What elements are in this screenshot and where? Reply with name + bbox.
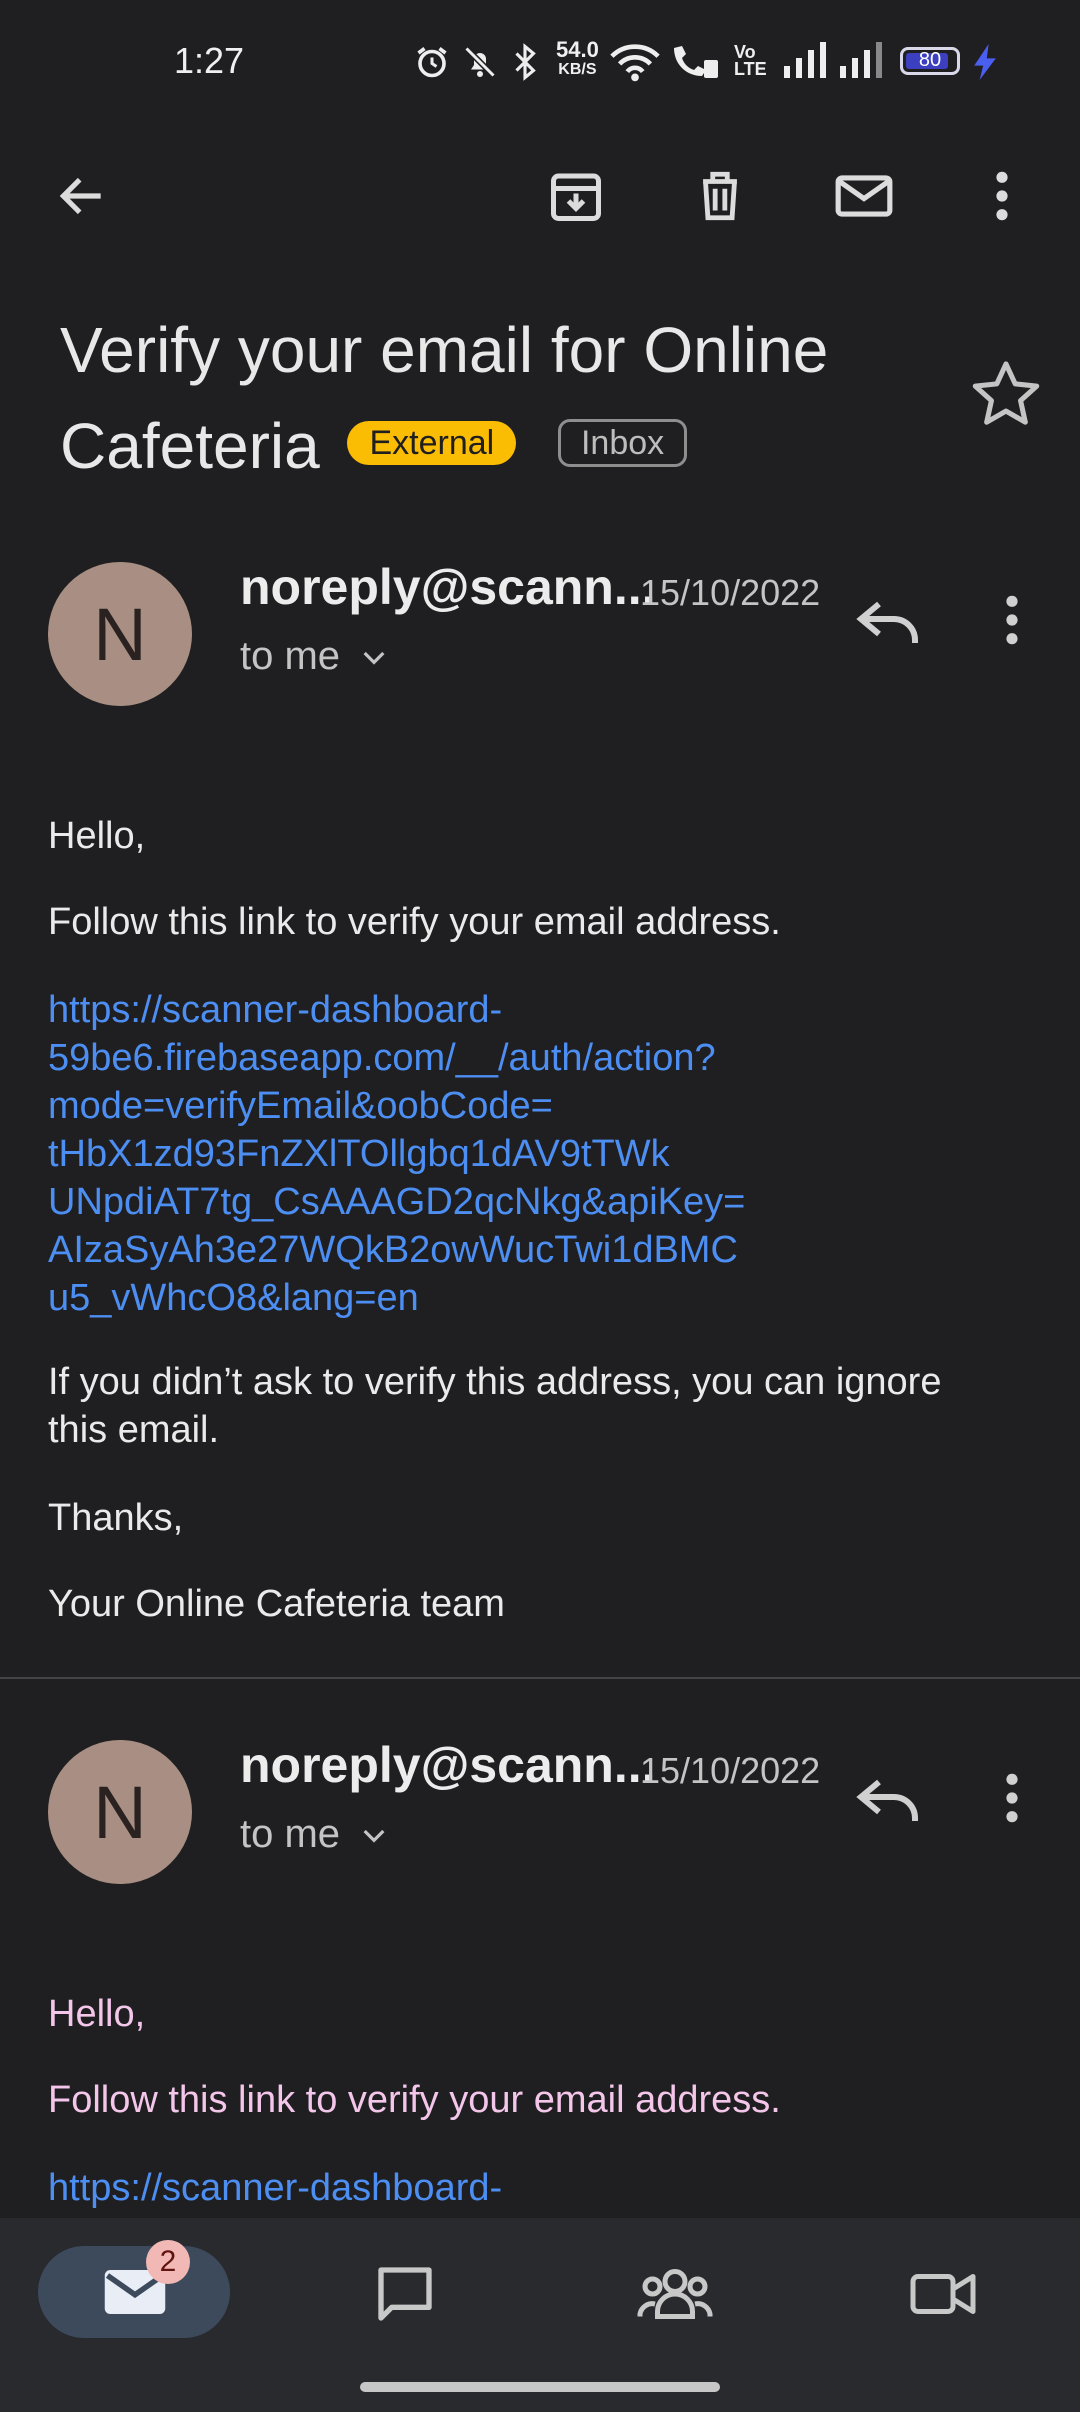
recipient-text-2: to me: [240, 1812, 341, 1856]
status-time: 1:27: [174, 40, 245, 81]
spaces-icon: [637, 2269, 713, 2319]
reply-button[interactable]: [852, 586, 924, 663]
nav-spaces[interactable]: [630, 2254, 720, 2334]
inbox-label[interactable]: Inbox: [557, 419, 688, 468]
message-date: 15/10/2022: [640, 572, 821, 613]
more-vert-icon: [1006, 595, 1018, 645]
recipient-details-toggle[interactable]: to me: [240, 634, 390, 679]
reply-icon: [856, 601, 918, 643]
meet-icon: [910, 2274, 976, 2314]
bell-off-icon: [464, 46, 496, 78]
wifi-calling-icon: [674, 46, 718, 78]
greeting: Hello,: [48, 815, 146, 857]
sender-name[interactable]: noreply@scann...: [240, 558, 656, 616]
back-button[interactable]: [40, 154, 124, 238]
status-bar: 1:27 54.0 KB/S Vo LTE 80: [0, 0, 1080, 120]
message-more-button-2[interactable]: [1002, 1770, 1022, 1831]
home-indicator[interactable]: [360, 2382, 720, 2392]
reply-button-2[interactable]: [852, 1764, 924, 1841]
message-more-button[interactable]: [1002, 592, 1022, 653]
mark-unread-icon: [835, 175, 893, 217]
mark-unread-button[interactable]: [822, 154, 906, 238]
external-label: External: [347, 421, 517, 466]
sender-avatar-2[interactable]: N: [48, 1740, 192, 1884]
recipient-details-toggle-2[interactable]: to me: [240, 1812, 390, 1857]
chevron-down-icon: [363, 651, 385, 665]
charging-icon: [974, 44, 996, 80]
thanks-text: Thanks,: [48, 1497, 184, 1539]
signature-text: Your Online Cafeteria team: [48, 1583, 505, 1625]
archive-icon: [551, 173, 601, 221]
star-icon: [972, 361, 1040, 425]
message-date-2: 15/10/2022: [640, 1750, 821, 1791]
star-button[interactable]: [968, 356, 1044, 437]
bluetooth-icon: [515, 43, 536, 81]
nav-chat[interactable]: [362, 2254, 448, 2334]
recipient-text: to me: [240, 634, 341, 678]
intro-text-2: Follow this link to verify your email ad…: [48, 2079, 781, 2121]
volte-icon: Vo LTE: [734, 42, 767, 79]
sender-name-2[interactable]: noreply@scann...: [240, 1736, 656, 1794]
more-vert-icon: [996, 171, 1008, 221]
verification-link-2[interactable]: https://scanner-dashboard-: [48, 2164, 502, 2212]
more-options-button[interactable]: [960, 154, 1044, 238]
message-divider: [0, 1677, 1080, 1679]
delete-button[interactable]: [678, 154, 762, 238]
signal-icon: [784, 42, 826, 78]
alarm-icon: [417, 47, 447, 78]
sender-avatar[interactable]: N: [48, 562, 192, 706]
more-vert-icon: [1006, 1773, 1018, 1823]
signal-icon-2: [840, 42, 882, 78]
archive-button[interactable]: [534, 154, 618, 238]
verification-link[interactable]: https://scanner-dashboard- 59be6.firebas…: [48, 986, 745, 1322]
greeting-2: Hello,: [48, 1993, 146, 2035]
intro-text: Follow this link to verify your email ad…: [48, 901, 781, 943]
network-speed: 54.0 KB/S: [556, 37, 599, 79]
nav-meet[interactable]: [898, 2254, 988, 2334]
email-subject-block: Verify your email for Online Cafeteria E…: [60, 302, 960, 494]
chevron-down-icon: [363, 1829, 385, 1843]
battery-indicator: 80: [900, 47, 960, 75]
wifi-icon: [610, 44, 660, 82]
reply-icon: [856, 1779, 918, 1821]
mail-badge: 2: [146, 2240, 190, 2284]
delete-icon: [703, 171, 737, 221]
ignore-text: If you didn’t ask to verify this address…: [48, 1361, 942, 1451]
back-arrow-icon: [59, 177, 101, 215]
chat-icon: [378, 2267, 432, 2321]
